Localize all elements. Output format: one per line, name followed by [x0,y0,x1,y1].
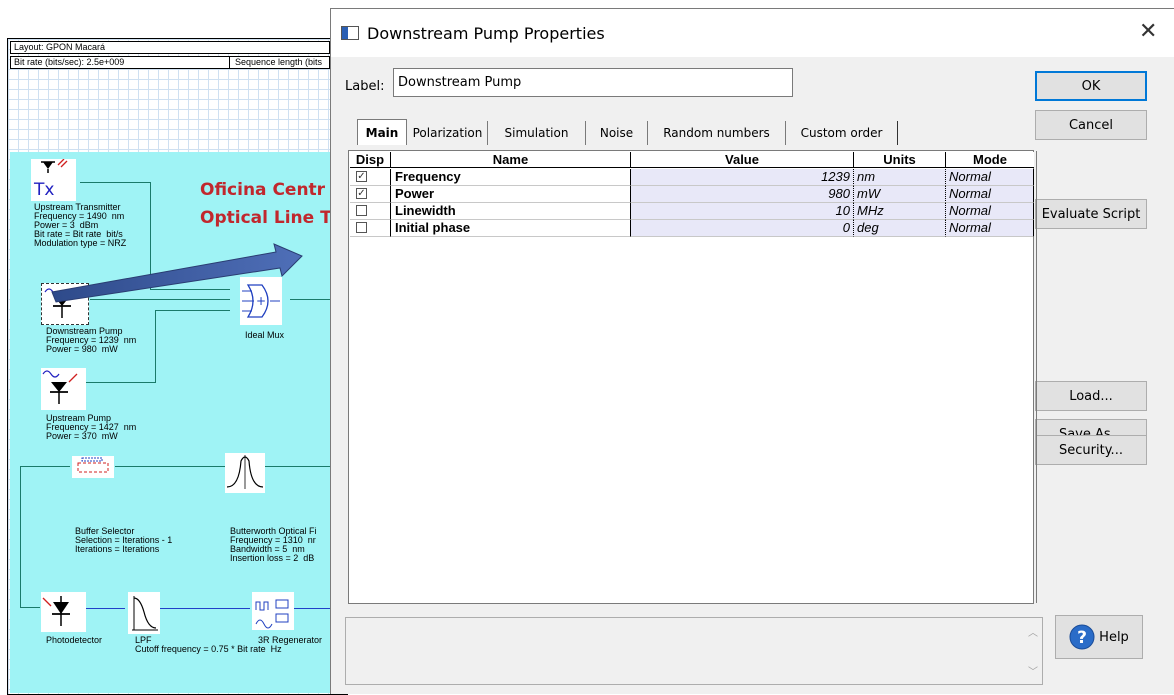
units-cell[interactable]: nm [854,169,946,186]
name-cell: Frequency [391,169,631,186]
description-box[interactable]: ︿ ﹀ [345,617,1043,685]
mode-cell[interactable]: Normal [946,203,1034,220]
buffer-selector-label: Buffer Selector Selection = Iterations -… [75,526,173,554]
layout-title-bar: Layout: GPON Macará [10,41,330,54]
svg-text:?: ? [1077,628,1087,648]
help-label: Help [1099,629,1129,645]
downstream-pump-label: Downstream Pump Frequency = 1239 nm Powe… [46,326,137,354]
tab-main[interactable]: Main [357,119,407,145]
tab-random-numbers[interactable]: Random numbers [648,121,786,145]
tab-simulation[interactable]: Simulation [488,121,586,145]
help-icon: ? [1069,624,1095,650]
mode-cell[interactable]: Normal [946,169,1034,186]
layout-title: Layout: GPON Macará [14,42,106,52]
lpf[interactable] [128,592,160,634]
dialog-titlebar[interactable]: Downstream Pump Properties ✕ [331,9,1174,57]
regenerator-icon [255,599,289,629]
column-header-value[interactable]: Value [631,152,854,168]
help-button[interactable]: ? Help [1055,615,1143,659]
overlay-title-line1: Oficina Centr [200,180,326,200]
value-cell[interactable]: 0 [631,220,854,237]
value-cell[interactable]: 980 [631,186,854,203]
disp-checkbox[interactable]: ✓ [356,188,367,199]
disp-checkbox[interactable] [356,205,367,216]
scroll-down-icon[interactable]: ﹀ [1028,663,1038,678]
security-button[interactable]: Security... [1035,435,1147,465]
buffer-selector-icon [77,457,109,473]
overlay-title-line2: Optical Line T [200,208,332,228]
laser-icon: Tx [33,158,68,200]
column-header-units[interactable]: Units [854,152,946,168]
table-row[interactable]: ✓ Frequency 1239 nm Normal [349,169,1035,186]
ok-button[interactable]: OK [1035,71,1147,101]
ideal-mux-label: Ideal Mux [245,330,285,340]
evaluate-script-button[interactable]: Evaluate Script [1035,199,1147,229]
lowpass-filter-icon [132,596,158,631]
layout-params-bar: Bit rate (bits/sec): 2.5e+009 Sequence l… [10,56,330,69]
table-row[interactable]: Initial phase 0 deg Normal [349,220,1035,237]
regenerator-label: 3R Regenerator [258,635,323,645]
disp-cell[interactable]: ✓ [350,169,391,186]
seqlen-label: Sequence length (bits [235,57,323,67]
units-cell[interactable]: deg [854,220,946,237]
annotation-arrow [51,243,303,303]
window-icon [341,26,359,40]
name-cell: Initial phase [391,220,631,237]
tab-polarization[interactable]: Polarization [408,121,488,145]
disp-cell[interactable] [350,220,391,237]
disp-checkbox[interactable]: ✓ [356,171,367,182]
close-icon[interactable]: ✕ [1139,19,1157,44]
cancel-button[interactable]: Cancel [1035,110,1147,140]
mode-cell[interactable]: Normal [946,186,1034,203]
photodetector-label: Photodetector [46,635,103,645]
parameters-table: Disp Name Value Units Mode ✓ Frequency 123… [348,150,1037,604]
photodiode-icon [42,596,70,626]
butterworth-filter[interactable] [225,453,265,493]
label-input[interactable]: Downstream Pump [393,68,793,97]
upstream-pump[interactable] [41,368,86,410]
buffer-selector[interactable] [72,456,114,478]
bitrate-label: Bit rate (bits/sec): 2.5e+009 [14,57,125,67]
photodetector[interactable] [41,592,86,632]
upstream-pump-label: Upstream Pump Frequency = 1427 nm Power … [46,413,137,441]
table-row[interactable]: Linewidth 10 MHz Normal [349,203,1035,220]
regenerator[interactable] [252,592,294,630]
load-button[interactable]: Load... [1035,381,1147,411]
tab-custom-order[interactable]: Custom order [786,121,898,145]
tab-noise[interactable]: Noise [586,121,648,145]
units-cell[interactable]: mW [854,186,946,203]
pump-laser-icon [42,370,78,404]
disp-cell[interactable] [350,203,391,220]
label-input-value: Downstream Pump [398,75,522,90]
bandpass-filter-icon [226,455,264,489]
name-cell: Power [391,186,631,203]
table-row[interactable]: ✓ Power 980 mW Normal [349,186,1035,203]
disp-cell[interactable]: ✓ [350,186,391,203]
value-cell[interactable]: 1239 [631,169,854,186]
units-cell[interactable]: MHz [854,203,946,220]
scroll-up-icon[interactable]: ︿ [1028,624,1038,639]
column-header-mode[interactable]: Mode [946,152,1034,168]
column-header-name[interactable]: Name [391,152,631,168]
value-cell[interactable]: 10 [631,203,854,220]
dialog-title: Downstream Pump Properties [367,24,605,43]
properties-dialog: Downstream Pump Properties ✕ Label: Down… [330,8,1174,694]
upstream-transmitter[interactable]: Tx [31,158,76,201]
mode-cell[interactable]: Normal [946,220,1034,237]
disp-checkbox[interactable] [356,222,367,233]
butterworth-label: Butterworth Optical Fi Frequency = 1310 … [230,526,317,563]
name-cell: Linewidth [391,203,631,220]
svg-text:Tx: Tx [33,180,54,200]
column-header-disp[interactable]: Disp [350,152,391,168]
label-caption: Label: [345,79,385,94]
